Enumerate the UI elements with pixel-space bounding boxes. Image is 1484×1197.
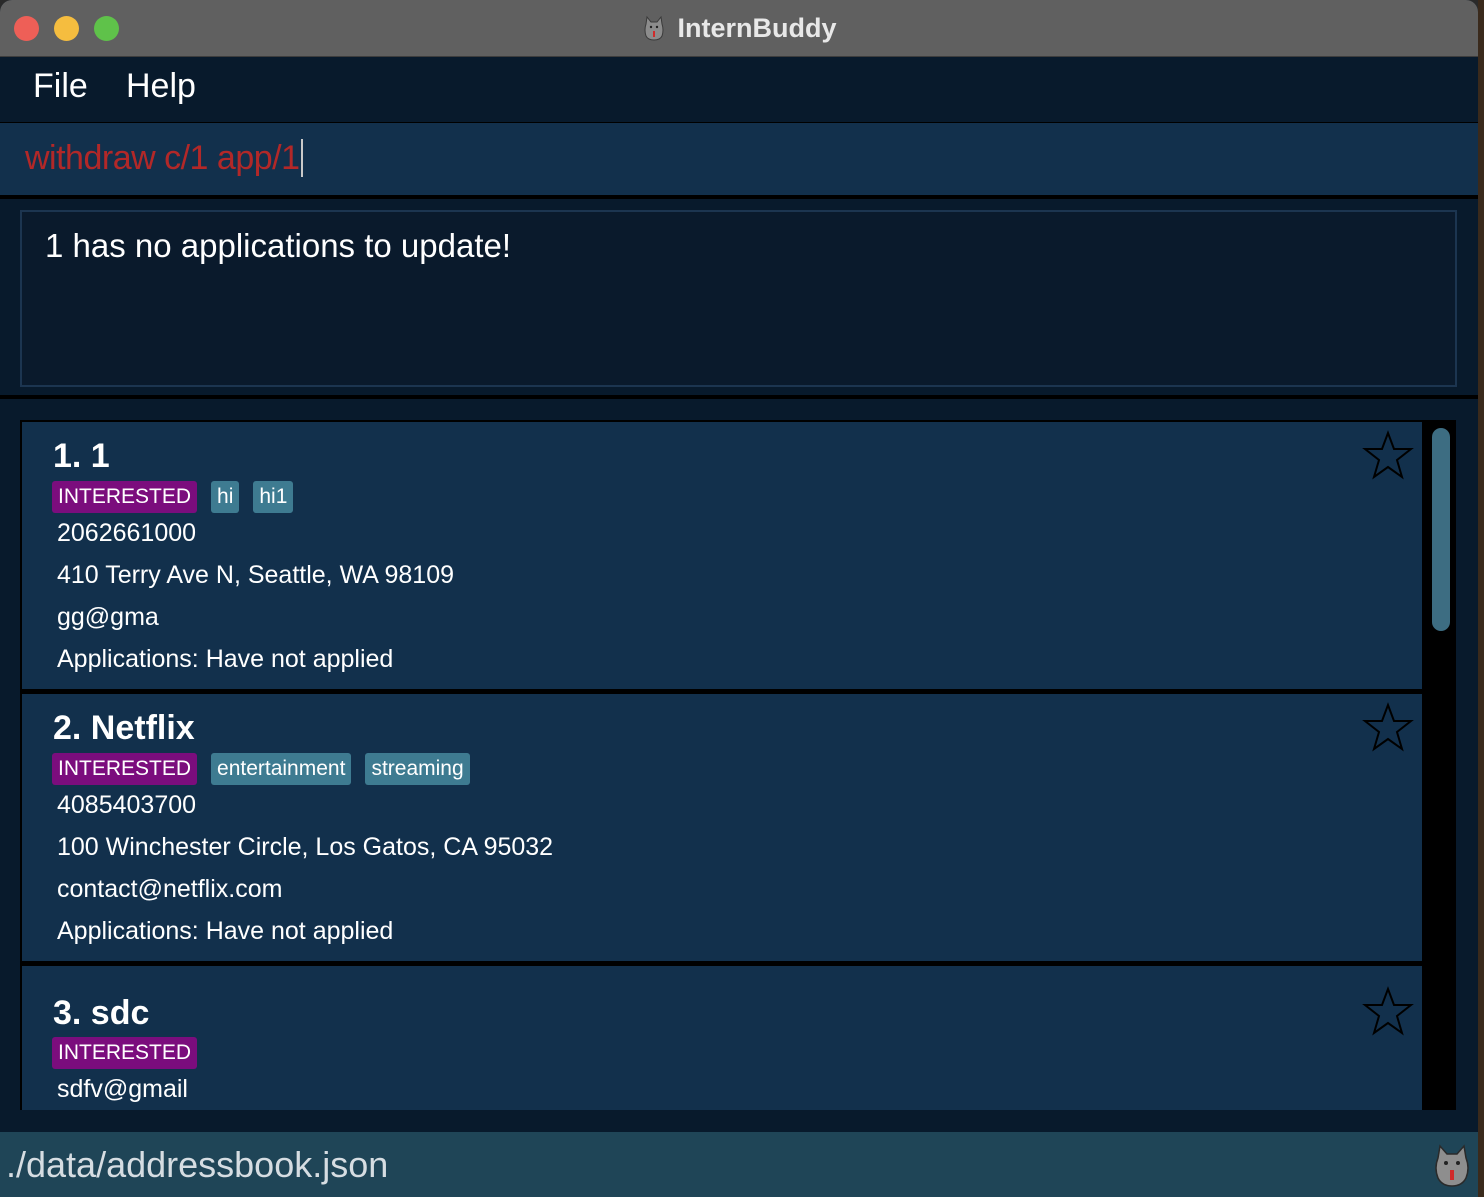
company-card[interactable]: 1. 1 INTERESTED hi hi1 2062661000 410 Te…	[22, 422, 1422, 689]
tag-chip: hi	[211, 481, 240, 513]
cat-mascot-icon	[642, 15, 666, 41]
company-phone: 4085403700	[57, 791, 197, 819]
company-card[interactable]: 2. Netflix INTERESTED entertainment stre…	[22, 694, 1422, 961]
app-window: InternBuddy File Help withdraw c/1 app/1…	[0, 0, 1478, 1197]
desktop-edge	[1478, 0, 1484, 1197]
company-email: sdfv@gmail	[57, 1075, 188, 1103]
company-address: 100 Winchester Circle, Los Gatos, CA 950…	[57, 833, 554, 861]
result-message: 1 has no applications to update!	[45, 227, 512, 264]
title-bar: InternBuddy	[0, 0, 1478, 57]
company-title: 1. 1	[53, 437, 110, 475]
file-path: ./data/addressbook.json	[6, 1144, 389, 1185]
command-input[interactable]: withdraw c/1 app/1	[25, 139, 303, 178]
status-bar: ./data/addressbook.json	[0, 1132, 1478, 1197]
company-phone: 2062661000	[57, 519, 197, 547]
company-title: 2. Netflix	[53, 709, 195, 747]
cat-mascot-icon	[1432, 1140, 1472, 1190]
tag-chip: hi1	[253, 481, 294, 513]
company-list[interactable]: 1. 1 INTERESTED hi hi1 2062661000 410 Te…	[20, 420, 1456, 1110]
tag-list: INTERESTED	[52, 1037, 198, 1069]
company-address: 410 Terry Ave N, Seattle, WA 98109	[57, 561, 454, 589]
menu-file[interactable]: File	[33, 67, 88, 106]
scrollbar-thumb[interactable]	[1432, 428, 1450, 631]
command-box[interactable]: withdraw c/1 app/1	[0, 122, 1478, 199]
status-badge: INTERESTED	[52, 753, 198, 785]
window-title: InternBuddy	[677, 12, 837, 43]
company-email: gg@gma	[57, 603, 159, 631]
tag-chip: streaming	[365, 753, 470, 785]
status-badge: INTERESTED	[52, 1037, 198, 1069]
text-caret	[300, 139, 303, 177]
star-outline-icon[interactable]	[1362, 702, 1414, 752]
company-card[interactable]: 3. sdc INTERESTED sdfv@gmail	[22, 966, 1422, 1110]
tag-chip: entertainment	[211, 753, 352, 785]
company-email: contact@netflix.com	[57, 875, 283, 903]
status-badge: INTERESTED	[52, 481, 198, 513]
star-outline-icon[interactable]	[1362, 986, 1414, 1036]
tag-list: INTERESTED entertainment streaming	[52, 753, 470, 785]
menu-bar: File Help	[0, 57, 1478, 120]
company-applications: Applications: Have not applied	[57, 917, 394, 945]
command-input-value: withdraw c/1 app/1	[25, 139, 300, 177]
tag-list: INTERESTED hi hi1	[52, 481, 294, 513]
panel-divider	[0, 395, 1478, 399]
menu-help[interactable]: Help	[126, 67, 196, 106]
company-title: 3. sdc	[53, 994, 150, 1032]
company-applications: Applications: Have not applied	[57, 645, 394, 673]
result-display: 1 has no applications to update!	[20, 210, 1457, 387]
star-outline-icon[interactable]	[1362, 430, 1414, 480]
